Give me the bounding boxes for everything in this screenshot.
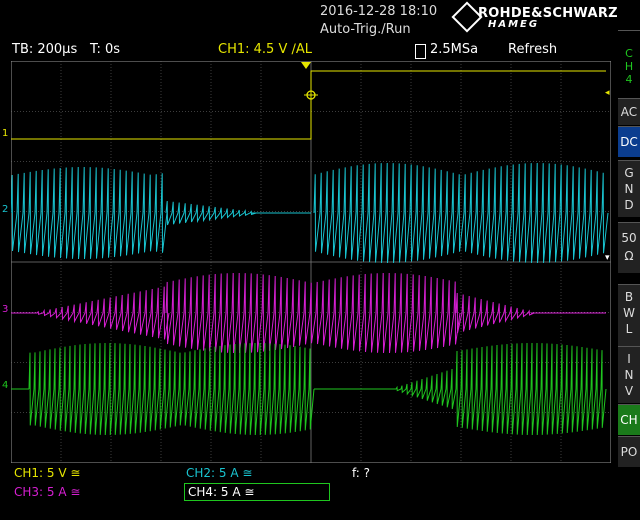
timebase-label[interactable]: TB: 200µs bbox=[12, 42, 77, 57]
ch2-marker: 2 bbox=[2, 204, 9, 215]
trigger-position-marker bbox=[301, 62, 311, 69]
waveform-display[interactable] bbox=[11, 61, 611, 463]
impedance-50-button[interactable]: 50 Ω bbox=[618, 222, 640, 273]
channel-button[interactable]: CH bbox=[618, 404, 640, 435]
sample-rate: 2.5MSa bbox=[430, 42, 479, 57]
position-button[interactable]: PO bbox=[618, 436, 640, 467]
acquisition-mode: Auto-Trig./Run bbox=[320, 22, 411, 37]
ch4-marker: 4 bbox=[2, 380, 9, 391]
invert-button[interactable]: I N V bbox=[618, 346, 640, 403]
ch-offset-marker: ▾ bbox=[605, 253, 610, 263]
ch1-offset-marker: ◂ bbox=[605, 88, 610, 98]
coupling-gnd-button[interactable]: G N D bbox=[618, 160, 640, 217]
coupling-ac-button[interactable]: AC bbox=[618, 98, 640, 125]
trigger-label[interactable]: CH1: 4.5 V ∕AL bbox=[218, 42, 312, 57]
ch1-marker: 1 bbox=[2, 128, 9, 139]
trigger-time-label[interactable]: T: 0s bbox=[90, 42, 120, 57]
bandwidth-limit-button[interactable]: B W L bbox=[618, 284, 640, 347]
ch3-scale[interactable]: CH3: 5 A ≅ bbox=[14, 485, 80, 499]
acquisition-refresh[interactable]: Refresh bbox=[508, 42, 557, 57]
ch4-scale[interactable]: CH4: 5 A ≅ bbox=[188, 485, 254, 499]
trigger-point-icon bbox=[304, 87, 318, 102]
side-channel-indicator: C H 4 bbox=[618, 30, 640, 93]
ch2-scale[interactable]: CH2: 5 A ≅ bbox=[186, 466, 252, 480]
ch3-marker: 3 bbox=[2, 304, 9, 315]
memory-icon bbox=[415, 44, 426, 59]
coupling-dc-button[interactable]: DC bbox=[618, 126, 640, 157]
ch1-scale[interactable]: CH1: 5 V ≅ bbox=[14, 466, 80, 480]
datetime: 2016-12-28 18:10 bbox=[320, 4, 438, 19]
frequency-readout: f: ? bbox=[352, 466, 371, 480]
brand-sub: HAMEG bbox=[488, 19, 540, 30]
